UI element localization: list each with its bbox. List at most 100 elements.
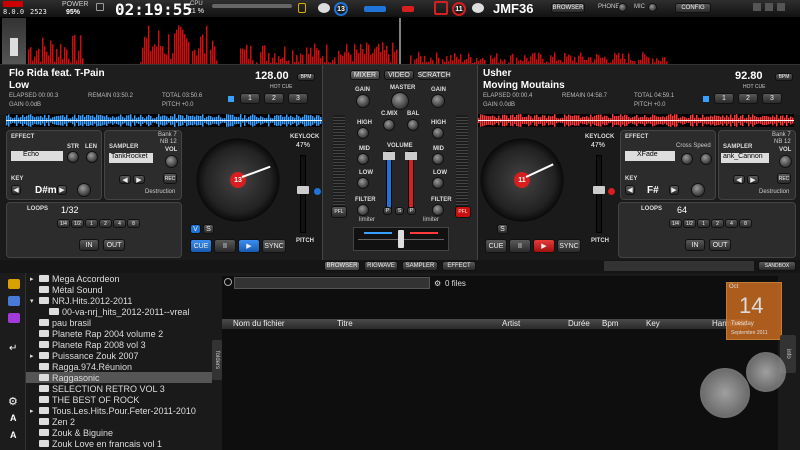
left-pause-button[interactable]: II [214, 239, 236, 253]
left-bpm-button[interactable]: BPM [297, 73, 315, 81]
filter-right-knob[interactable] [432, 204, 444, 216]
gear-icon[interactable]: ⚙ [434, 279, 441, 288]
deck-left-indicator[interactable]: 13 [334, 2, 348, 16]
gain-right-knob[interactable] [431, 94, 445, 108]
record-icon[interactable] [434, 1, 448, 15]
folder-item[interactable]: Planete Rap 2008 vol 3 [26, 339, 212, 350]
folder-icon[interactable] [8, 279, 20, 289]
maximize-icon[interactable] [765, 3, 773, 11]
right-bpm-button[interactable]: BPM [775, 73, 793, 81]
right-sync-button[interactable]: SYNC [557, 239, 581, 253]
left-effect-select[interactable]: Echo [11, 151, 63, 161]
sandbox-button[interactable]: SANDBOX [758, 261, 796, 271]
folder-item[interactable]: pau brasil [26, 317, 212, 328]
left-loop-in[interactable]: IN [79, 239, 99, 251]
lock-icon[interactable] [298, 3, 306, 13]
browser-button[interactable]: BROWSER [551, 3, 585, 13]
left-sync-button[interactable]: SYNC [262, 239, 286, 253]
right-cue-button[interactable]: CUE [485, 239, 507, 253]
col-duration[interactable]: Durée [568, 319, 590, 328]
right-hotcue-1[interactable]: 1 [714, 93, 734, 104]
right-key-knob[interactable] [691, 183, 705, 197]
folder-item[interactable]: Zouk & Biguine [26, 427, 212, 438]
col-filename[interactable]: Nom du fichier [233, 319, 285, 328]
tab-rigwave[interactable]: RIGWAVE [364, 261, 398, 271]
search-db-icon[interactable] [8, 296, 20, 306]
right-loop-8[interactable]: 8 [739, 219, 752, 228]
search-icon[interactable] [224, 278, 232, 286]
right-play-button[interactable]: ▶ [533, 239, 555, 253]
pfl-right-button[interactable]: PFL [455, 206, 471, 218]
folder-item[interactable]: Planete Rap 2004 volume 2 [26, 328, 212, 339]
left-pitch-fader[interactable] [297, 155, 309, 233]
phone-knob[interactable] [618, 3, 627, 12]
folder-item[interactable]: Raggasonic [26, 372, 212, 383]
left-loop-4[interactable]: 4 [113, 219, 126, 228]
expand-arrow-icon[interactable]: ▸ [30, 352, 37, 360]
left-loop-8[interactable]: 8 [127, 219, 140, 228]
back-icon[interactable]: ↵ [9, 343, 17, 354]
high-right-knob[interactable] [432, 127, 444, 139]
tab-browser[interactable]: BROWSER [324, 261, 360, 271]
mixer-p2-button[interactable]: P [407, 207, 416, 215]
volume-right-fader[interactable] [405, 151, 417, 211]
left-sampler-select[interactable]: TankRocket [109, 153, 153, 163]
minimize-icon[interactable] [753, 3, 761, 11]
left-hotcue-2[interactable]: 2 [264, 93, 284, 104]
left-loop-out[interactable]: OUT [103, 239, 125, 251]
col-title[interactable]: Titre [337, 319, 353, 328]
left-sampler-prev[interactable]: ◀ [119, 175, 131, 184]
right-loop-out[interactable]: OUT [709, 239, 731, 251]
mid-right-knob[interactable] [432, 153, 444, 165]
right-pitch-fader[interactable] [593, 155, 605, 233]
font-size-down-icon[interactable]: A [10, 413, 17, 423]
low-left-knob[interactable] [357, 177, 369, 189]
high-left-knob[interactable] [357, 127, 369, 139]
tab-video[interactable]: VIDEO [384, 70, 414, 80]
folder-item[interactable]: ▸ Mega Accordeon [26, 273, 212, 284]
right-hotcue-3[interactable]: 3 [762, 93, 782, 104]
eye-icon-right[interactable] [472, 3, 484, 13]
right-rec-button[interactable]: REC [777, 173, 791, 184]
tab-sampler[interactable]: SAMPLER [402, 261, 438, 271]
folder-item[interactable]: Ragga.974.Réunion [26, 361, 212, 372]
right-pitch-reset[interactable] [608, 188, 615, 195]
expand-arrow-icon[interactable]: ▸ [30, 275, 37, 283]
tab-mixer[interactable]: MIXER [350, 70, 380, 80]
left-video-button[interactable]: V [190, 224, 201, 234]
right-lock-icon[interactable] [703, 96, 709, 102]
left-key-up[interactable]: ▶ [57, 185, 67, 195]
settings-icon[interactable]: ⚙ [8, 395, 18, 408]
right-loop-1[interactable]: 1 [697, 219, 710, 228]
deck-right-indicator[interactable]: 11 [452, 2, 466, 16]
eye-icon[interactable] [318, 3, 330, 13]
col-key[interactable]: Key [646, 319, 660, 328]
low-right-knob[interactable] [432, 177, 444, 189]
mixer-p-button[interactable]: P [383, 207, 392, 215]
left-str-knob[interactable] [67, 151, 79, 163]
crossfader[interactable] [353, 227, 449, 251]
left-sampler-vol-knob[interactable] [165, 155, 178, 168]
right-speed-knob[interactable] [700, 153, 712, 165]
right-platter[interactable]: 11 [480, 138, 564, 222]
right-loop-1-4[interactable]: 1/4 [669, 219, 682, 228]
right-key-down[interactable]: ◀ [625, 185, 635, 195]
left-play-button[interactable]: ▶ [238, 239, 260, 253]
col-bpm[interactable]: Bpm [602, 319, 618, 328]
folder-item[interactable]: ▾ NRJ.Hits.2012-2011 [26, 295, 212, 306]
gain-left-knob[interactable] [356, 94, 370, 108]
left-hotcue-1[interactable]: 1 [240, 93, 260, 104]
left-pitch-reset[interactable] [314, 188, 321, 195]
font-size-up-icon[interactable]: A [10, 430, 17, 440]
left-key-knob[interactable] [77, 183, 91, 197]
right-loop-4[interactable]: 4 [725, 219, 738, 228]
left-sampler-next[interactable]: ▶ [133, 175, 145, 184]
left-hotcue-3[interactable]: 3 [288, 93, 308, 104]
folder-item[interactable]: ▸ Puissance Zouk 2007 [26, 350, 212, 361]
left-cue-button[interactable]: CUE [190, 239, 212, 253]
folder-item[interactable]: SELECTION RETRO VOL 3 [26, 383, 212, 394]
folder-item[interactable]: 00-va-nrj_hits_2012-2011--vreal [26, 306, 212, 317]
left-rec-button[interactable]: REC [163, 173, 177, 184]
tab-scratch[interactable]: SCRATCH [417, 70, 451, 80]
playlist-icon[interactable] [8, 313, 20, 323]
